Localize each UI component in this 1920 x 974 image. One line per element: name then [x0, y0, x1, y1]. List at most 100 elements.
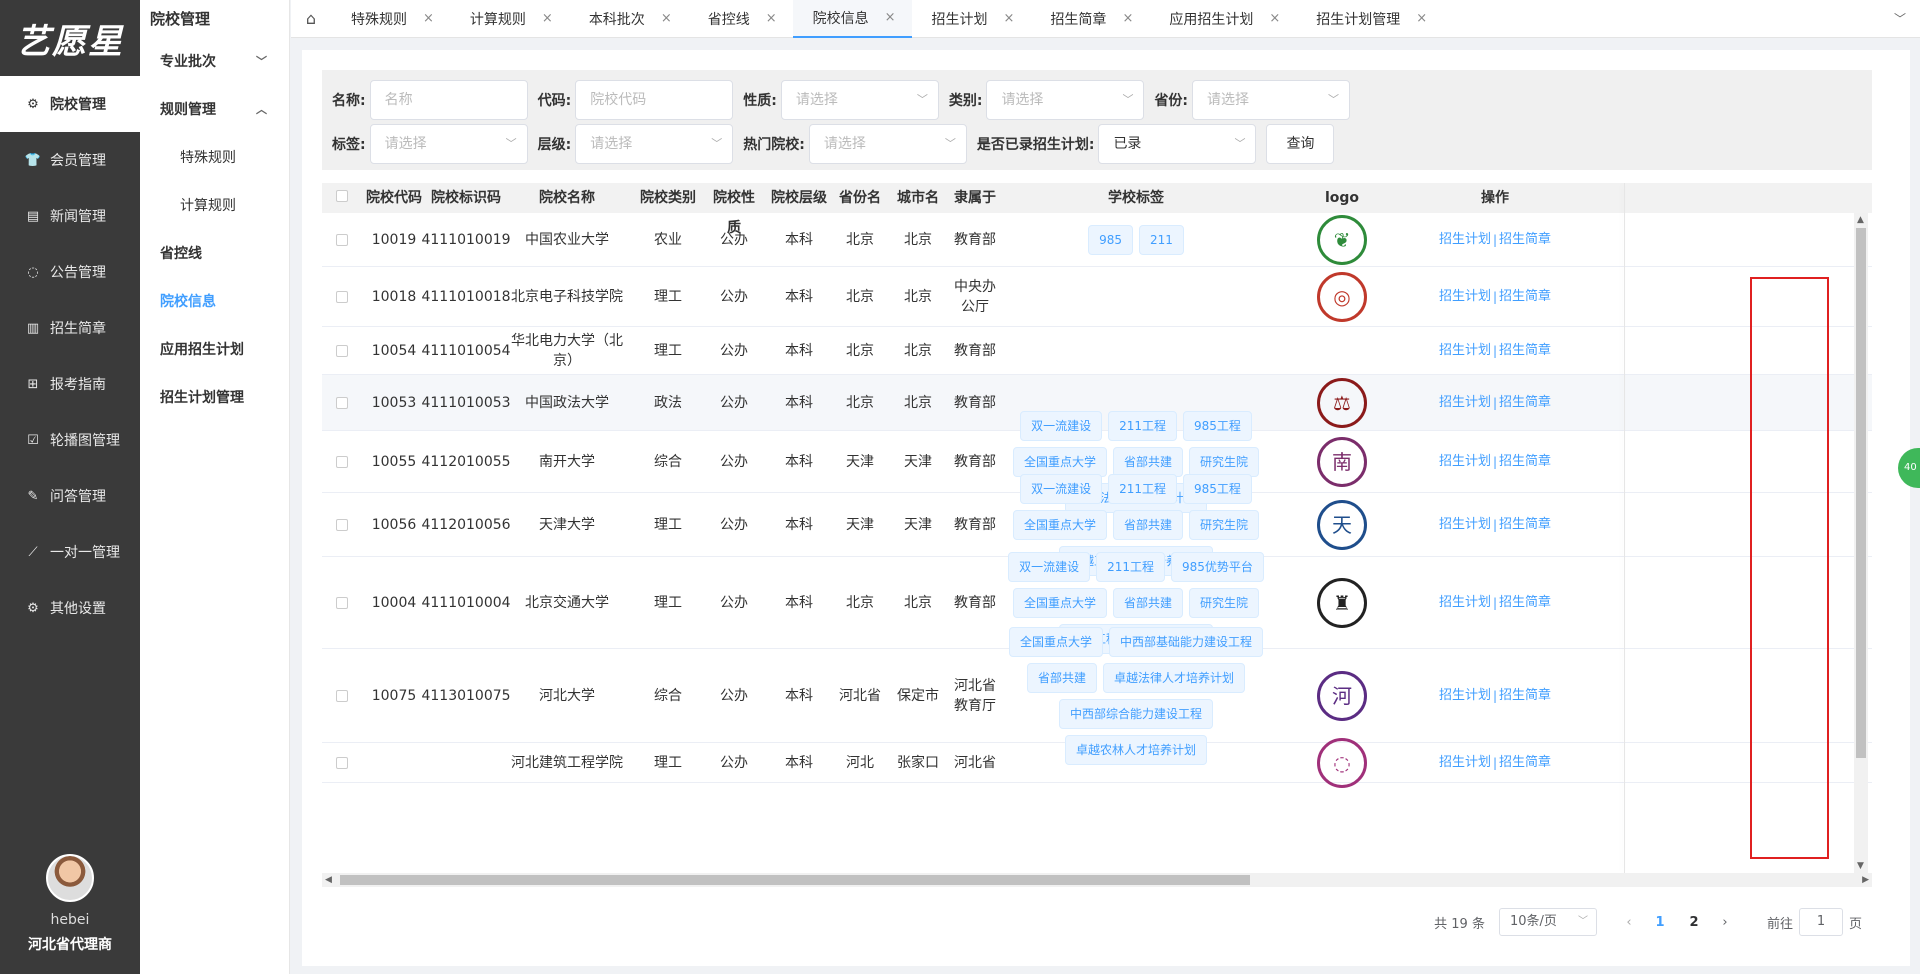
row-checkbox[interactable]: [336, 596, 348, 609]
close-icon[interactable]: ×: [1004, 11, 1015, 26]
select-all-checkbox[interactable]: [336, 190, 348, 202]
plan-link[interactable]: 招生计划: [1439, 753, 1491, 773]
main-nav-item[interactable]: ⊞ 报考指南: [0, 356, 140, 412]
brochure-link[interactable]: 招生简章: [1499, 393, 1551, 413]
horizontal-scrollbar[interactable]: ◀ ▶: [322, 873, 1872, 887]
cell-belongs: 教育部: [954, 453, 996, 470]
recorded-select[interactable]: 已录 ﹀: [1098, 124, 1257, 164]
nav-label: 报考指南: [50, 377, 106, 393]
sub-nav-item[interactable]: 规则管理 ︿: [140, 86, 289, 134]
next-page-icon[interactable]: ›: [1711, 915, 1739, 930]
tab-item[interactable]: 院校信息 ×: [792, 0, 912, 38]
row-checkbox[interactable]: [336, 396, 348, 409]
hot-select[interactable]: 请选择 ﹀: [808, 124, 967, 164]
nature-select[interactable]: 请选择 ﹀: [780, 80, 939, 120]
cell-name: 北京交通大学: [525, 594, 609, 611]
close-icon[interactable]: ×: [542, 11, 553, 26]
tag-select[interactable]: 请选择 ﹀: [369, 124, 528, 164]
main-nav-item[interactable]: ☑ 轮播图管理: [0, 412, 140, 468]
main-nav-item[interactable]: 👕 会员管理: [0, 132, 140, 188]
main-nav-item[interactable]: ⟋ 一对一管理: [0, 524, 140, 580]
sub-nav-item[interactable]: 计算规则: [140, 182, 289, 230]
main-nav-item[interactable]: ⚙ 其他设置: [0, 580, 140, 636]
main-nav-item[interactable]: ⚙ 院校管理: [0, 76, 140, 132]
plan-link[interactable]: 招生计划: [1439, 515, 1491, 535]
row-checkbox[interactable]: [336, 518, 348, 531]
brochure-link[interactable]: 招生简章: [1499, 341, 1551, 361]
main-nav-item[interactable]: ▤ 新闻管理: [0, 188, 140, 244]
main-nav-item[interactable]: ◌ 公告管理: [0, 244, 140, 300]
main-nav-item[interactable]: ▥ 招生简章: [0, 300, 140, 356]
row-checkbox[interactable]: [336, 455, 348, 468]
scroll-up-icon[interactable]: ▲: [1857, 215, 1864, 225]
brochure-link[interactable]: 招生简章: [1499, 230, 1551, 250]
tab-item[interactable]: 招生计划管理 ×: [1296, 0, 1443, 38]
row-checkbox[interactable]: [336, 233, 348, 246]
type-select[interactable]: 请选择 ﹀: [986, 80, 1145, 120]
tab-item[interactable]: 省控线 ×: [688, 0, 793, 38]
brochure-link[interactable]: 招生简章: [1499, 452, 1551, 472]
close-icon[interactable]: ×: [1269, 11, 1280, 26]
vertical-scrollbar[interactable]: ▲ ▼: [1854, 213, 1868, 873]
level-select[interactable]: 请选择 ﹀: [575, 124, 734, 164]
plan-link[interactable]: 招生计划: [1439, 393, 1491, 413]
main-nav-item[interactable]: ✎ 问答管理: [0, 468, 140, 524]
scroll-down-icon[interactable]: ▼: [1857, 861, 1864, 871]
row-checkbox[interactable]: [336, 689, 348, 702]
column-header: 省份名: [839, 190, 881, 206]
close-icon[interactable]: ×: [1122, 11, 1133, 26]
chevron-down-icon[interactable]: ﹀: [1894, 10, 1906, 27]
sub-nav-item[interactable]: 招生计划管理: [140, 374, 289, 422]
horizontal-scroll-thumb[interactable]: [340, 875, 1250, 885]
sub-nav-item[interactable]: 专业批次 ﹀: [140, 38, 289, 86]
province-select[interactable]: 请选择 ﹀: [1192, 80, 1351, 120]
brochure-link[interactable]: 招生简章: [1499, 686, 1551, 706]
home-icon[interactable]: ⌂: [291, 0, 331, 38]
plan-link[interactable]: 招生计划: [1439, 341, 1491, 361]
tab-item[interactable]: 招生计划 ×: [912, 0, 1031, 38]
scroll-right-icon[interactable]: ▶: [1862, 875, 1869, 885]
row-checkbox[interactable]: [336, 290, 348, 303]
scroll-left-icon[interactable]: ◀: [325, 875, 332, 885]
page-size-select[interactable]: 10条/页 ﹀: [1498, 908, 1597, 936]
plan-link[interactable]: 招生计划: [1439, 452, 1491, 472]
tab-item[interactable]: 本科批次 ×: [569, 0, 688, 38]
vertical-scroll-thumb[interactable]: [1856, 228, 1866, 758]
tab-item[interactable]: 应用招生计划 ×: [1149, 0, 1296, 38]
brochure-link[interactable]: 招生简章: [1499, 753, 1551, 773]
brochure-link[interactable]: 招生简章: [1499, 515, 1551, 535]
close-icon[interactable]: ×: [766, 11, 777, 26]
prev-page-icon[interactable]: ‹: [1615, 915, 1643, 930]
brochure-link[interactable]: 招生简章: [1499, 593, 1551, 613]
tab-item[interactable]: 特殊规则 ×: [331, 0, 450, 38]
sub-nav-item[interactable]: 省控线: [140, 230, 289, 278]
school-tag: 211: [1139, 224, 1184, 255]
close-icon[interactable]: ×: [1416, 11, 1427, 26]
table-row: 10018 4111010018 北京电子科技学院 理工 公办 本科 北京 北京 中央办公厅 ◎ 招…: [322, 267, 1872, 327]
action-separator: |: [1492, 688, 1498, 703]
sub-nav-item[interactable]: 应用招生计划: [140, 326, 289, 374]
plan-link[interactable]: 招生计划: [1439, 230, 1491, 250]
code-input[interactable]: 院校代码: [575, 80, 734, 120]
cell-province: 天津: [846, 516, 874, 533]
plan-link[interactable]: 招生计划: [1439, 593, 1491, 613]
goto-page-input[interactable]: 1: [1798, 908, 1843, 936]
close-icon[interactable]: ×: [661, 11, 672, 26]
action-separator: |: [1492, 454, 1498, 469]
close-icon[interactable]: ×: [885, 10, 896, 25]
query-button[interactable]: 查询: [1266, 124, 1335, 164]
avatar[interactable]: [46, 854, 94, 902]
sub-nav-item[interactable]: 院校信息: [140, 278, 289, 326]
plan-link[interactable]: 招生计划: [1439, 686, 1491, 706]
tab-item[interactable]: 招生简章 ×: [1030, 0, 1149, 38]
row-checkbox[interactable]: [336, 344, 348, 357]
page-number[interactable]: 1: [1645, 915, 1675, 930]
sub-nav-item[interactable]: 特殊规则: [140, 134, 289, 182]
close-icon[interactable]: ×: [423, 11, 434, 26]
plan-link[interactable]: 招生计划: [1439, 287, 1491, 307]
brochure-link[interactable]: 招生简章: [1499, 287, 1551, 307]
name-input[interactable]: 名称: [369, 80, 528, 120]
tab-item[interactable]: 计算规则 ×: [450, 0, 569, 38]
row-checkbox[interactable]: [336, 756, 348, 769]
page-number[interactable]: 2: [1679, 915, 1709, 930]
